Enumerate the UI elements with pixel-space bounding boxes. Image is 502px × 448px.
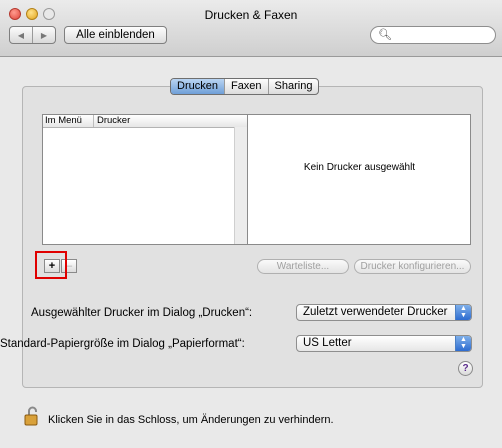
back-arrow-icon[interactable]: ◀ [10, 27, 33, 43]
column-header-im-menu[interactable]: Im Menü [43, 115, 94, 127]
printer-list[interactable]: Im Menü Drucker [42, 114, 248, 245]
lock-hint: Klicken Sie in das Schloss, um Änderunge… [48, 414, 334, 426]
forward-arrow-icon[interactable]: ▶ [33, 27, 55, 43]
paper-size-select[interactable]: US Letter ▲ ▼ [296, 335, 472, 352]
no-printer-message: Kein Drucker ausgewählt [303, 162, 416, 173]
selected-printer-select[interactable]: Zuletzt verwendeter Drucker ▲ ▼ [296, 304, 472, 321]
back-forward-control[interactable]: ◀ ▶ [9, 26, 56, 44]
search-icon: 🔍︎ [378, 29, 392, 41]
tab-bar: Drucken Faxen Sharing [170, 78, 320, 95]
paper-size-value: US Letter [303, 337, 352, 349]
highlight-box [35, 251, 67, 279]
tab-drucken[interactable]: Drucken [171, 79, 224, 94]
column-header-drucker[interactable]: Drucker [94, 115, 130, 127]
titlebar: Drucken & Faxen ◀ ▶ Alle einblenden 🔍︎ [0, 0, 502, 57]
printer-detail-pane: Kein Drucker ausgewählt [248, 114, 471, 245]
popup-arrows-icon: ▲ ▼ [455, 336, 471, 351]
configure-printer-button[interactable]: Drucker konfigurieren... [354, 259, 471, 274]
paper-size-label: Standard-Papiergröße im Dialog „Papierfo… [0, 338, 245, 350]
popup-arrows-icon: ▲ ▼ [455, 305, 471, 320]
selected-printer-value: Zuletzt verwendeter Drucker [303, 306, 448, 318]
selected-printer-label: Ausgewählter Drucker im Dialog „Drucken“… [31, 307, 253, 319]
queue-button[interactable]: Warteliste... [257, 259, 349, 274]
lock-icon[interactable] [24, 406, 40, 426]
search-field[interactable]: 🔍︎ [370, 26, 496, 44]
list-scrollbar[interactable] [234, 127, 247, 244]
list-header: Im Menü Drucker [43, 115, 247, 128]
window: Drucken & Faxen ◀ ▶ Alle einblenden 🔍︎ D… [0, 0, 502, 448]
help-button[interactable]: ? [458, 361, 473, 376]
show-all-button[interactable]: Alle einblenden [64, 26, 167, 44]
tab-sharing[interactable]: Sharing [267, 79, 319, 94]
tab-faxen[interactable]: Faxen [223, 79, 268, 94]
window-title: Drucken & Faxen [204, 8, 298, 22]
